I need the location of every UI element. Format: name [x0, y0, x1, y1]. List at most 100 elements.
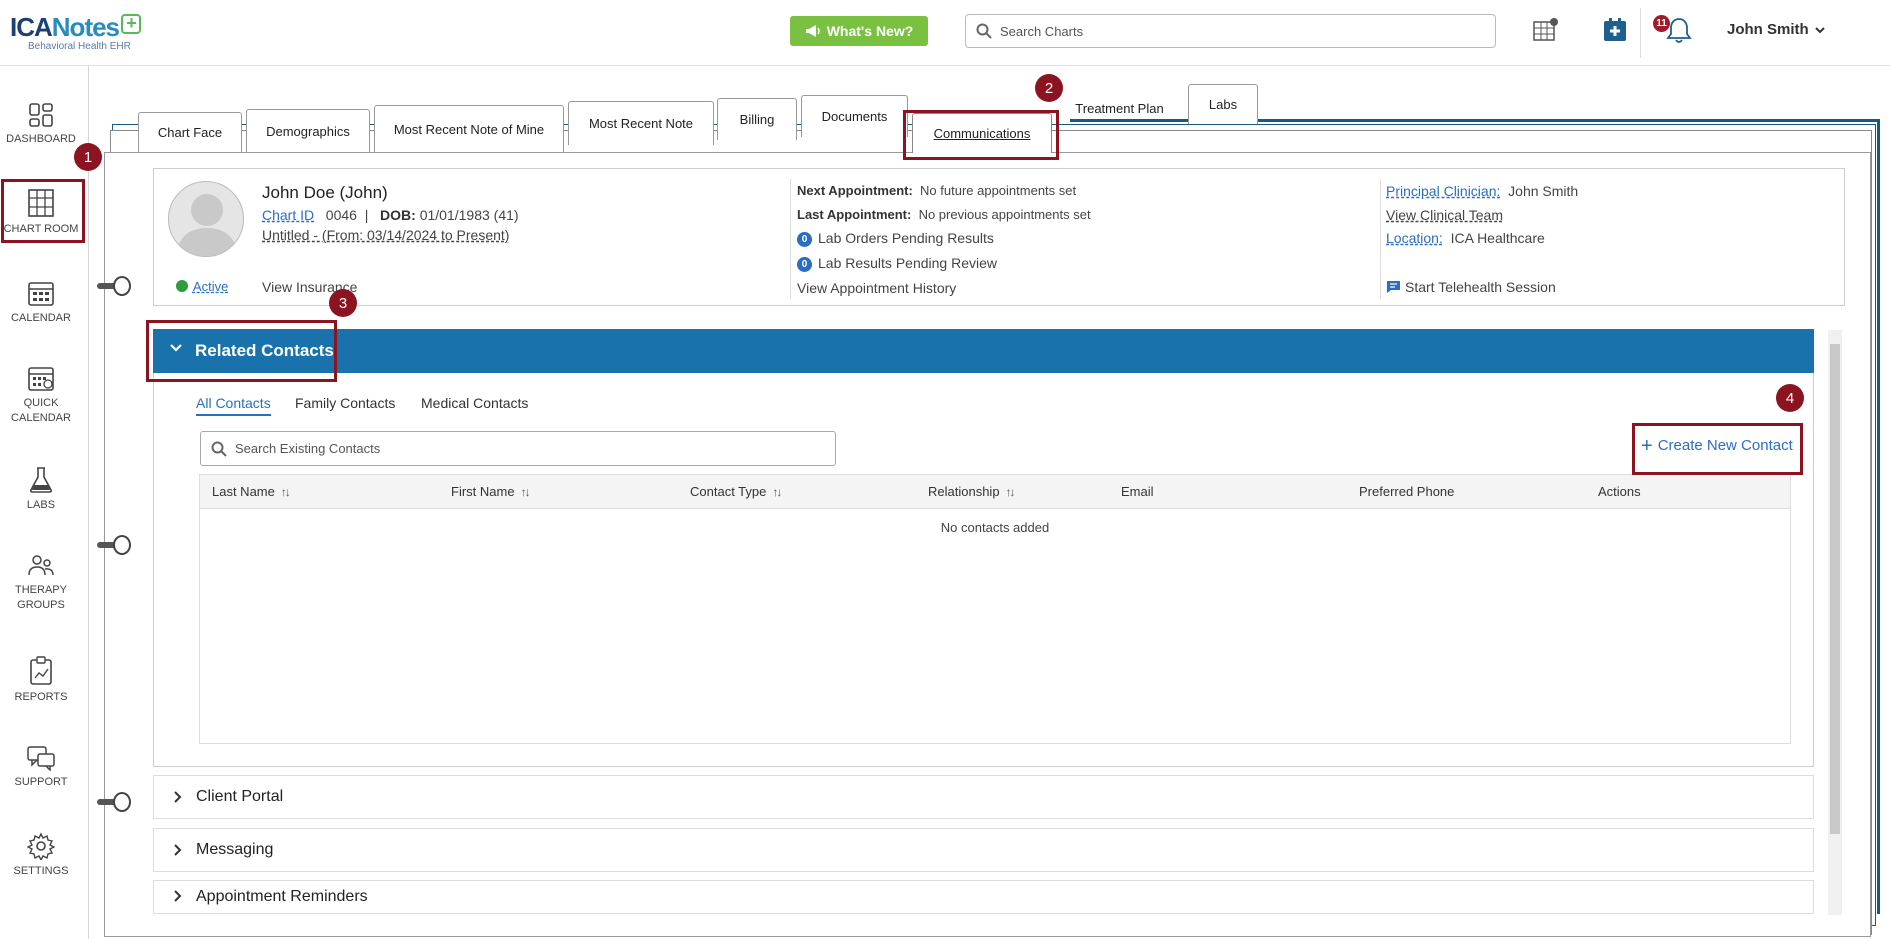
sort-icon: ↑↓ [1005, 484, 1016, 499]
location-link[interactable]: Location: [1386, 230, 1443, 246]
chevron-down-icon [1814, 26, 1825, 33]
gear-icon [27, 832, 55, 860]
highlight-chart-room [1, 179, 85, 243]
last-appointment-row: Last Appointment: No previous appointmen… [797, 207, 1091, 222]
step-marker-1: 1 [74, 143, 102, 171]
column-last-name[interactable]: Last Name ↑↓ [212, 484, 291, 499]
binder-ring [97, 792, 133, 812]
highlight-related-contacts [146, 320, 337, 382]
related-contacts-header[interactable]: Related Contacts [153, 329, 1814, 373]
nav-item-therapy-groups[interactable]: THERAPY GROUPS [0, 553, 82, 613]
nav-label-calendar: CALENDAR [11, 312, 71, 324]
highlight-create-contact [1632, 423, 1803, 475]
nav-item-support[interactable]: SUPPORT [0, 745, 82, 790]
nav-item-quick-calendar[interactable]: QUICK CALENDAR [0, 364, 82, 426]
column-first-name[interactable]: First Name ↑↓ [451, 484, 531, 499]
nav-item-reports[interactable]: REPORTS [0, 656, 82, 705]
sort-icon: ↑↓ [280, 484, 291, 499]
add-appointment-icon[interactable] [1600, 15, 1630, 45]
tab-demographics[interactable]: Demographics [246, 109, 370, 152]
section-messaging[interactable]: Messaging [153, 828, 1814, 872]
next-appointment-row: Next Appointment: No future appointments… [797, 183, 1077, 198]
tab-treatment-plan[interactable]: Treatment Plan [1057, 88, 1182, 128]
tab-label: Most Recent Note [588, 116, 694, 131]
logo-plus-icon: + [121, 14, 142, 34]
nav-item-dashboard[interactable]: DASHBOARD [0, 102, 82, 147]
episode-link[interactable]: Untitled - (From: 03/14/2024 to Present) [262, 227, 509, 243]
sort-icon: ↑↓ [772, 484, 782, 499]
user-menu[interactable]: John Smith [1727, 21, 1825, 38]
scrollbar-thumb[interactable] [1830, 344, 1840, 834]
lab-orders-link[interactable]: 0 Lab Orders Pending Results [797, 230, 994, 247]
patient-card: John Doe (John) Chart ID 0046 | DOB: 01/… [153, 168, 1845, 306]
section-appointment-reminders[interactable]: Appointment Reminders [153, 880, 1814, 914]
tab-chart-face[interactable]: Chart Face [138, 112, 242, 152]
dob-value: 01/01/1983 (41) [419, 207, 519, 223]
chevron-right-icon [174, 844, 182, 856]
calendar-icon [28, 282, 54, 306]
flask-icon [29, 467, 53, 493]
avatar [168, 181, 244, 257]
nav-label-support: SUPPORT [14, 776, 68, 788]
status-text[interactable]: Active [193, 279, 228, 294]
search-icon [211, 441, 227, 457]
section-title: Client Portal [196, 788, 284, 805]
nav-label-labs: LABS [26, 499, 56, 511]
view-clinical-team-link[interactable]: View Clinical Team [1386, 207, 1503, 223]
column-contact-type[interactable]: Contact Type ↑↓ [690, 484, 782, 499]
chat-icon [1387, 281, 1400, 293]
logo-tagline: Behavioral Health EHR [28, 41, 131, 52]
lab-orders-count: 0 [797, 232, 812, 247]
step-marker-2: 2 [1035, 74, 1063, 102]
column-email: Email [1121, 484, 1154, 499]
tab-documents[interactable]: Documents [801, 95, 908, 137]
add-chart-icon[interactable] [1530, 15, 1560, 45]
id-separator: | [364, 207, 369, 223]
logo-wordmark: ICANotes + [10, 14, 142, 40]
nav-label-therapy-groups: THERAPY GROUPS [15, 584, 67, 611]
nav-label-dashboard: DASHBOARD [6, 133, 76, 145]
whats-new-button[interactable]: What's New? [790, 16, 928, 46]
lab-results-count: 0 [797, 257, 812, 272]
logo[interactable]: ICANotes + Behavioral Health EHR [10, 14, 142, 52]
telehealth-link[interactable]: Start Telehealth Session [1386, 279, 1556, 295]
contacts-table: Last Name ↑↓ First Name ↑↓ Contact Type ↑↓ … [199, 474, 1791, 744]
nav-item-labs[interactable]: LABS [0, 466, 82, 513]
binder-ring [97, 276, 133, 296]
quick-calendar-icon [28, 367, 54, 391]
section-client-portal[interactable]: Client Portal [153, 775, 1814, 819]
nav-label-settings: SETTINGS [13, 865, 69, 877]
top-bar: ICANotes + Behavioral Health EHR What's N… [0, 0, 1890, 66]
chart-id-link[interactable]: Chart ID [262, 207, 314, 223]
search-charts-input[interactable]: Search Charts [965, 14, 1496, 48]
subtab-all-contacts[interactable]: All Contacts [196, 395, 271, 416]
content-scrollbar[interactable] [1828, 330, 1842, 915]
active-dot-icon [176, 280, 188, 292]
dashboard-icon [29, 103, 53, 127]
subtab-medical-contacts[interactable]: Medical Contacts [421, 395, 528, 411]
tab-label: Billing [739, 112, 775, 127]
nav-label-reports: REPORTS [14, 691, 68, 703]
chart-id-value: 0046 [325, 207, 357, 223]
notification-count-badge: 11 [1653, 15, 1670, 32]
view-appointment-history-link[interactable]: View Appointment History [797, 280, 956, 296]
tab-most-recent-note-of-mine[interactable]: Most Recent Note of Mine [374, 105, 564, 152]
group-icon [28, 555, 54, 576]
step-marker-4: 4 [1776, 384, 1804, 412]
header-divider [1640, 8, 1641, 58]
chevron-right-icon [174, 890, 182, 902]
search-contacts-input[interactable]: Search Existing Contacts [200, 431, 836, 466]
tab-billing[interactable]: Billing [717, 98, 797, 140]
lab-results-link[interactable]: 0 Lab Results Pending Review [797, 255, 997, 272]
nav-item-calendar[interactable]: CALENDAR [0, 279, 82, 326]
user-name: John Smith [1727, 21, 1809, 38]
tab-labs[interactable]: Labs [1188, 84, 1258, 124]
column-divider [1380, 179, 1381, 299]
patient-name: John Doe (John) [262, 183, 388, 202]
tab-label: Most Recent Note of Mine [393, 121, 545, 137]
nav-item-settings[interactable]: SETTINGS [0, 832, 82, 879]
column-relationship[interactable]: Relationship ↑↓ [928, 484, 1016, 499]
principal-clinician-link[interactable]: Principal Clinician: [1386, 183, 1500, 199]
subtab-family-contacts[interactable]: Family Contacts [295, 395, 395, 411]
tab-most-recent-note[interactable]: Most Recent Note [568, 101, 714, 145]
